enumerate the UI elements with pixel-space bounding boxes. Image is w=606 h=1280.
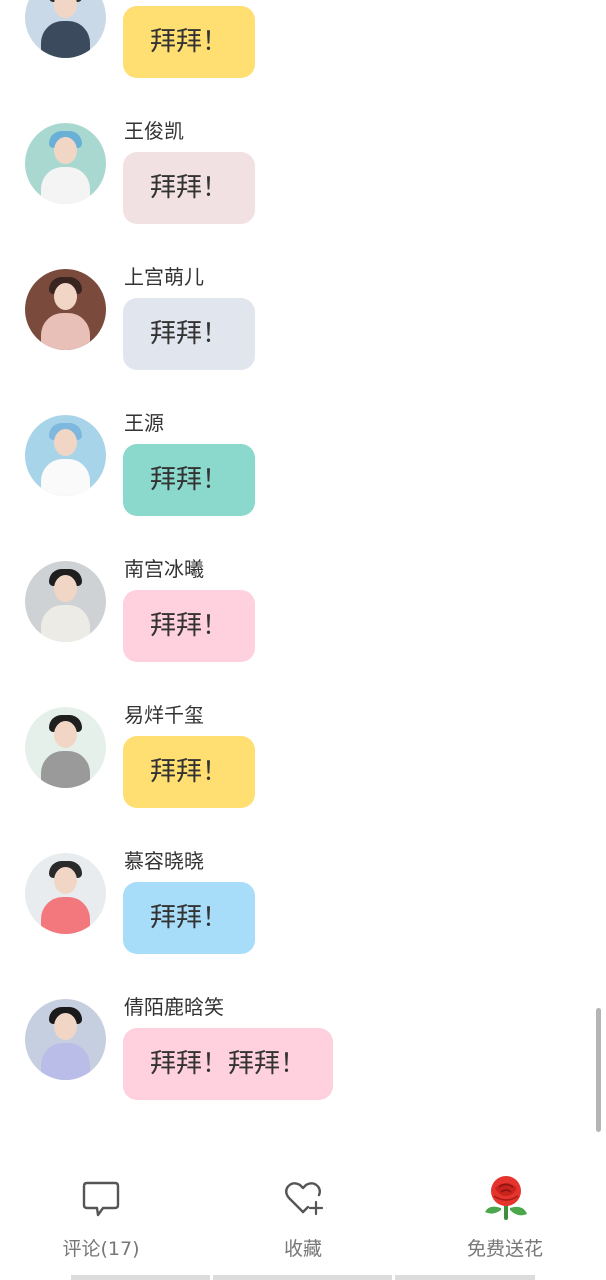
- message-item: 慕容晓晓 拜拜！: [0, 847, 606, 993]
- favorite-label: 收藏: [283, 1238, 322, 1260]
- sender-name: 易烊千玺: [124, 703, 204, 727]
- heart-plus-icon: [283, 1178, 324, 1218]
- message-bubble[interactable]: 拜拜！: [123, 444, 256, 516]
- message-bubble[interactable]: 拜拜！: [123, 736, 256, 808]
- message-item: 倩陌鹿晗笑 拜拜！拜拜！: [0, 993, 606, 1139]
- favorite-button[interactable]: 收藏: [223, 1150, 383, 1280]
- flower-label: 免费送花: [466, 1238, 543, 1260]
- bottom-action-bar: 评论(17) 收藏 免费送花: [0, 1150, 606, 1280]
- avatar[interactable]: [25, 853, 106, 934]
- avatar[interactable]: [25, 269, 106, 350]
- nav-divider: [395, 1275, 535, 1280]
- message-bubble[interactable]: 拜拜！: [123, 882, 256, 954]
- avatar[interactable]: [25, 561, 106, 642]
- avatar[interactable]: [25, 999, 106, 1080]
- avatar[interactable]: [25, 0, 106, 58]
- message-bubble[interactable]: 拜拜！: [123, 590, 256, 662]
- message-item: 上宫萌儿 拜拜！: [0, 263, 606, 409]
- sender-name: 王俊凯: [124, 119, 184, 143]
- sender-name: 上宫萌儿: [124, 265, 204, 289]
- avatar[interactable]: [25, 707, 106, 788]
- avatar[interactable]: [25, 123, 106, 204]
- message-item: 王源 拜拜！: [0, 409, 606, 555]
- message-bubble[interactable]: 拜拜！: [123, 152, 256, 224]
- message-bubble[interactable]: 拜拜！: [123, 6, 256, 78]
- message-item: 易烊千玺 拜拜！: [0, 701, 606, 847]
- message-list[interactable]: 拜拜！ 王俊凯 拜拜！ 上宫萌儿 拜拜！ 王源 拜拜！ 南宫冰曦 拜拜！ 易烊千…: [0, 0, 606, 1150]
- sender-name: 南宫冰曦: [124, 557, 204, 581]
- comment-button[interactable]: 评论(17): [21, 1150, 181, 1280]
- avatar[interactable]: [25, 415, 106, 496]
- message-item: 拜拜！: [0, 0, 606, 78]
- nav-divider: [71, 1275, 210, 1280]
- message-bubble[interactable]: 拜拜！拜拜！: [123, 1028, 334, 1100]
- chat-screen: 拜拜！ 王俊凯 拜拜！ 上宫萌儿 拜拜！ 王源 拜拜！ 南宫冰曦 拜拜！ 易烊千…: [0, 0, 606, 1280]
- scrollbar[interactable]: [596, 1008, 601, 1132]
- comment-label: 评论(17): [62, 1238, 140, 1260]
- sender-name: 王源: [124, 411, 164, 435]
- comment-bubble-icon: [81, 1178, 121, 1218]
- message-item: 王俊凯 拜拜！: [0, 117, 606, 263]
- nav-divider: [213, 1275, 392, 1280]
- message-bubble[interactable]: 拜拜！: [123, 298, 256, 370]
- message-item: 南宫冰曦 拜拜！: [0, 555, 606, 701]
- sender-name: 倩陌鹿晗笑: [124, 995, 224, 1019]
- send-flower-button[interactable]: 免费送花: [425, 1150, 585, 1280]
- sender-name: 慕容晓晓: [124, 849, 204, 873]
- rose-icon: [483, 1174, 529, 1222]
